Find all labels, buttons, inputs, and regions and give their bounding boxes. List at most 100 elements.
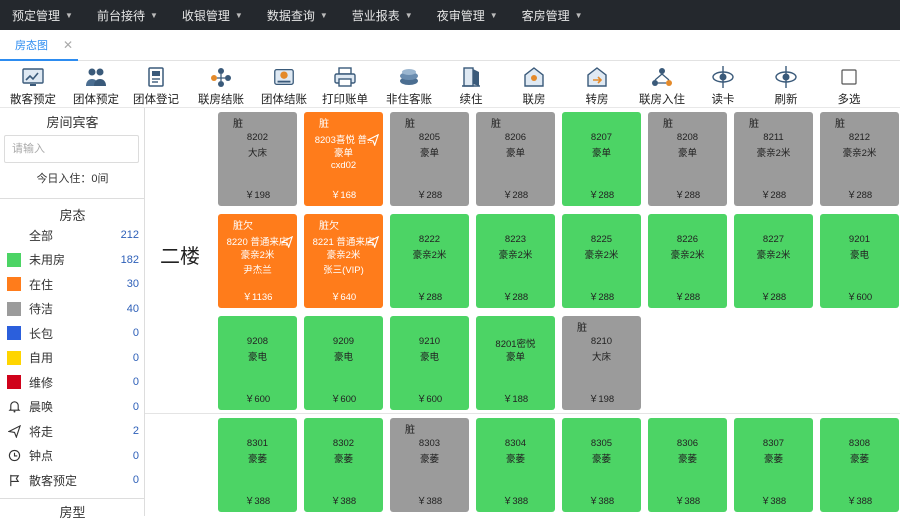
- toolbar-button-link-room[interactable]: 联房: [504, 61, 564, 108]
- room-price: ￥1136: [242, 292, 273, 303]
- room-number: 8207: [590, 132, 613, 143]
- room-card[interactable]: 8223 豪亲2米 ￥288: [476, 214, 555, 308]
- toolbar-button-transfer[interactable]: 转房: [567, 61, 627, 108]
- room-card[interactable]: 脏 8212 豪亲2米 ￥288: [820, 112, 899, 206]
- status-filter-item[interactable]: 维修 0: [0, 370, 145, 394]
- room-number: 8205: [418, 132, 441, 143]
- room-card[interactable]: 8305 豪萎 ￥388: [562, 418, 641, 512]
- status-name: 将走: [29, 424, 54, 439]
- menu-reservation[interactable]: 预定管理 ▼: [0, 0, 73, 30]
- toolbar-button-link-checkout[interactable]: 联房结账: [191, 61, 251, 108]
- room-guest: 尹杰兰: [243, 265, 272, 276]
- room-card[interactable]: 8306 豪萎 ￥388: [648, 418, 727, 512]
- status-count: 40: [126, 302, 139, 315]
- room-card[interactable]: 脏 8202 大床 ￥198: [218, 112, 297, 206]
- room-type: 豪亲2米: [498, 250, 533, 261]
- room-card[interactable]: 8302 豪萎 ￥388: [304, 418, 383, 512]
- status-filter-item[interactable]: 晨唤 0: [0, 395, 145, 419]
- toolbar-button-card[interactable]: 读卡: [693, 61, 753, 108]
- room-price: ￥198: [588, 394, 615, 405]
- room-card[interactable]: 8201密悦 豪单 ￥188: [476, 316, 555, 410]
- room-type: 豪亲2米: [756, 250, 791, 261]
- room-card[interactable]: 脏欠 8220 普通来店 豪亲2米 尹杰兰 ￥1136: [218, 214, 297, 308]
- room-guest: 张三(VIP): [323, 265, 364, 276]
- tab-room-status[interactable]: 房态图 ✕: [0, 30, 78, 61]
- guest-search-input[interactable]: [4, 135, 139, 163]
- status-name: 在住: [29, 277, 54, 292]
- toolbar-button-extend[interactable]: 续住: [441, 61, 501, 108]
- toolbar-button-label: 刷新: [774, 94, 798, 106]
- room-card[interactable]: 9201 豪电 ￥600: [820, 214, 899, 308]
- room-card[interactable]: 脏欠 8221 普通来店 豪亲2米 张三(VIP) ￥640: [304, 214, 383, 308]
- status-filter-item[interactable]: 将走 2: [0, 419, 145, 443]
- chevron-down-icon: ▼: [149, 10, 158, 20]
- toolbar-button-refresh[interactable]: 刷新: [756, 61, 816, 108]
- room-card[interactable]: 8225 豪亲2米 ￥288: [562, 214, 641, 308]
- room-card[interactable]: 脏 8210 大床 ￥198: [562, 316, 641, 410]
- room-type: 豪亲2米: [584, 250, 619, 261]
- room-flag: 脏: [835, 119, 845, 130]
- room-card[interactable]: 脏 8211 豪亲2米 ￥288: [734, 112, 813, 206]
- chevron-down-icon: ▼: [65, 10, 73, 20]
- status-filter-item[interactable]: 自用 0: [0, 346, 145, 370]
- link-room-icon: [522, 65, 546, 89]
- menu-night-audit[interactable]: 夜审管理 ▼: [425, 0, 498, 30]
- chevron-down-icon: ▼: [404, 10, 413, 20]
- room-type: 豪萎: [591, 454, 611, 465]
- menu-cashier[interactable]: 收银管理 ▼: [170, 0, 243, 30]
- menu-label: 客房管理: [521, 8, 570, 23]
- toolbar-button-link-checkin[interactable]: 联房入住: [632, 61, 692, 108]
- room-price: ￥288: [502, 190, 529, 201]
- toolbar-button-group-checkout[interactable]: 团体结账: [254, 61, 314, 108]
- room-type: 豪萎: [247, 454, 267, 465]
- room-price: ￥198: [244, 190, 271, 201]
- status-filter-item[interactable]: 长包 0: [0, 321, 145, 345]
- toolbar-button-label: 联房: [522, 94, 546, 106]
- room-card[interactable]: 9208 豪电 ￥600: [218, 316, 297, 410]
- toolbar-button-register[interactable]: 团体登记: [126, 61, 186, 108]
- room-card[interactable]: 8308 豪萎 ￥388: [820, 418, 899, 512]
- room-card[interactable]: 脏 8208 豪单 ￥288: [648, 112, 727, 206]
- toolbar-button-nonguest[interactable]: 非住客账: [379, 61, 439, 108]
- room-card[interactable]: 8222 豪亲2米 ￥288: [390, 214, 469, 308]
- checkbox-icon: [837, 65, 861, 89]
- room-card[interactable]: 9209 豪电 ￥600: [304, 316, 383, 410]
- room-card[interactable]: 8227 豪亲2米 ￥288: [734, 214, 813, 308]
- menu-housekeeping[interactable]: 客房管理 ▼: [510, 0, 583, 30]
- menu-front-desk[interactable]: 前台接待 ▼: [85, 0, 158, 30]
- room-type: 豪萎: [677, 454, 697, 465]
- toolbar-button-label: 团体预定: [73, 94, 119, 106]
- clock-icon: [7, 449, 21, 463]
- room-number: 8222: [418, 234, 441, 245]
- room-card[interactable]: 脏 8303 豪萎 ￥388: [390, 418, 469, 512]
- transfer-icon: [585, 65, 609, 89]
- status-filter-item[interactable]: 未用房 182: [0, 248, 145, 272]
- status-name: 自用: [29, 351, 54, 365]
- room-type: 豪亲2米: [326, 250, 361, 261]
- room-flag: 脏: [405, 119, 415, 130]
- room-card[interactable]: 8307 豪萎 ￥388: [734, 418, 813, 512]
- status-filter-item[interactable]: 钟点 0: [0, 444, 145, 468]
- toolbar-button-checkbox[interactable]: 多选: [819, 61, 879, 108]
- room-price: ￥600: [330, 394, 357, 405]
- room-card[interactable]: 8301 豪萎 ￥388: [218, 418, 297, 512]
- room-price: ￥388: [846, 496, 873, 507]
- toolbar-button-print[interactable]: 打印账单: [315, 61, 375, 108]
- close-icon[interactable]: ✕: [63, 38, 73, 52]
- room-card[interactable]: 8226 豪亲2米 ￥288: [648, 214, 727, 308]
- room-card[interactable]: 8304 豪萎 ￥388: [476, 418, 555, 512]
- status-filter-item[interactable]: 全部 212: [0, 223, 145, 247]
- toolbar-button-group[interactable]: 团体预定: [66, 61, 126, 108]
- toolbar-button-reserve[interactable]: 散客预定: [3, 61, 63, 108]
- status-filter-item[interactable]: 待洁 40: [0, 297, 145, 321]
- room-card[interactable]: 8207 豪单 ￥288: [562, 112, 641, 206]
- menu-data-query[interactable]: 数据查询 ▼: [255, 0, 328, 30]
- room-card[interactable]: 9210 豪电 ￥600: [390, 316, 469, 410]
- menu-label: 营业报表: [351, 8, 400, 23]
- room-card[interactable]: 脏 8205 豪单 ￥288: [390, 112, 469, 206]
- menu-reports[interactable]: 营业报表 ▼: [340, 0, 413, 30]
- room-card[interactable]: 脏 8203喜悦 普.. 豪单 cxd02 ￥168: [304, 112, 383, 206]
- status-filter-item[interactable]: 散客预定 0: [0, 468, 145, 492]
- status-filter-item[interactable]: 在住 30: [0, 272, 145, 296]
- room-card[interactable]: 脏 8206 豪单 ￥288: [476, 112, 555, 206]
